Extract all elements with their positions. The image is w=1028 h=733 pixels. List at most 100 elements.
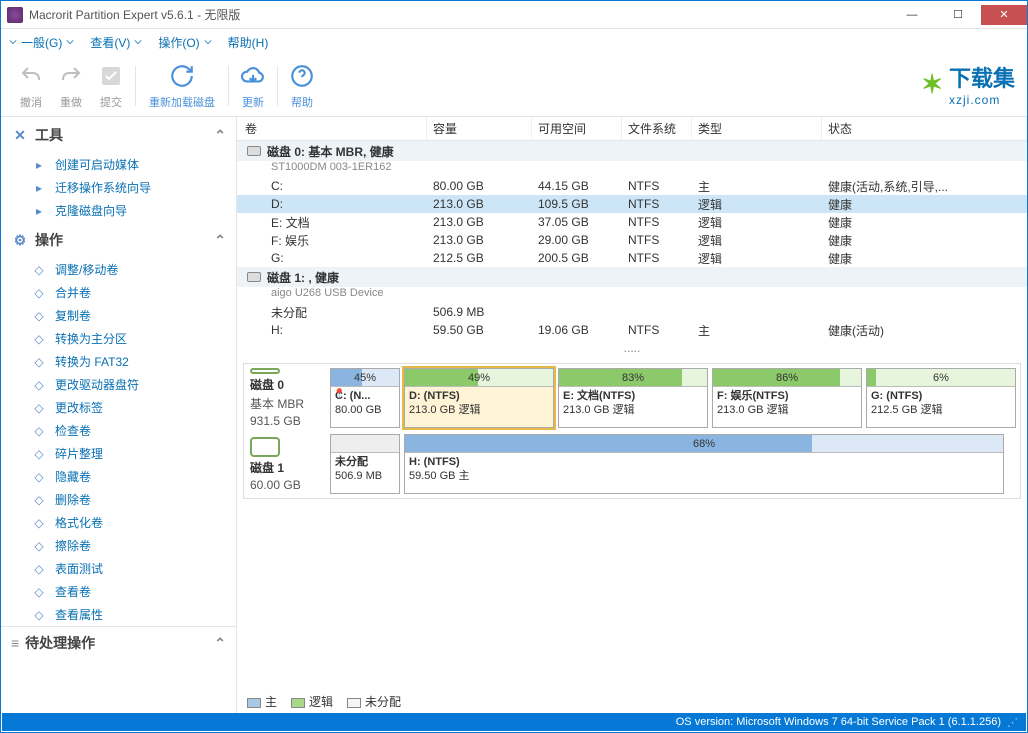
pending-section-header[interactable]: ≡ 待处理操作⌃ <box>1 626 236 659</box>
menu-view[interactable]: 查看(V) <box>90 34 142 51</box>
resize-grip[interactable]: ⋰ <box>1007 716 1018 729</box>
bullet-icon: ◇ <box>31 285 47 301</box>
disk-header[interactable]: 磁盘 0: 基本 MBR, 健康 <box>237 141 1027 161</box>
table-row[interactable]: H:59.50 GB19.06 GBNTFS主健康(活动) <box>237 321 1027 339</box>
logo: ✶ 下载集xzji.com <box>921 61 1015 107</box>
table-row[interactable]: 未分配506.9 MB <box>237 303 1027 321</box>
bullet-icon: ◇ <box>31 262 47 278</box>
menu-help[interactable]: 帮助(H) <box>228 34 269 51</box>
partition-block[interactable]: 未分配506.9 MB <box>330 434 400 494</box>
partition-block[interactable]: 86%F: 娱乐(NTFS)213.0 GB 逻辑 <box>712 368 862 428</box>
statusbar: OS version: Microsoft Windows 7 64-bit S… <box>2 713 1026 731</box>
tools-section-header[interactable]: ✕ 工具⌃ <box>1 117 236 153</box>
partition-block[interactable]: 45%📍C: (N...80.00 GB <box>330 368 400 428</box>
disk-info[interactable]: 磁盘 160.00 GB <box>248 434 330 494</box>
redo-button[interactable]: 重做 <box>51 62 91 110</box>
reload-icon <box>168 62 196 90</box>
ops-item-2[interactable]: ◇复制卷 <box>1 304 236 327</box>
bullet-icon: ◇ <box>31 584 47 600</box>
col-capacity[interactable]: 容量 <box>427 117 532 140</box>
table-row[interactable]: E: 文档213.0 GB37.05 GBNTFS逻辑健康 <box>237 213 1027 231</box>
disk-graphic-row: 磁盘 160.00 GB未分配506.9 MB68%H: (NTFS)59.50… <box>248 434 1016 494</box>
disk-graphic-area: 磁盘 0基本 MBR931.5 GB45%📍C: (N...80.00 GB49… <box>243 363 1021 499</box>
ops-item-12[interactable]: ◇擦除卷 <box>1 534 236 557</box>
ops-item-8[interactable]: ◇碎片整理 <box>1 442 236 465</box>
col-type[interactable]: 类型 <box>692 117 822 140</box>
bullet-icon: ◇ <box>31 492 47 508</box>
menu-operate[interactable]: 操作(O) <box>158 34 211 51</box>
ops-item-9[interactable]: ◇隐藏卷 <box>1 465 236 488</box>
disk-icon <box>250 437 280 457</box>
bullet-icon: ◇ <box>31 423 47 439</box>
menubar: 一般(G) 查看(V) 操作(O) 帮助(H) <box>1 29 1027 55</box>
disk-header[interactable]: 磁盘 1: , 健康 <box>237 267 1027 287</box>
partition-block[interactable]: 83%E: 文档(NTFS)213.0 GB 逻辑 <box>558 368 708 428</box>
toolbar: 撤消 重做 提交 重新加载磁盘 更新 帮助 ✶ 下载集xzji.com <box>1 55 1027 117</box>
bullet-icon: ◇ <box>31 446 47 462</box>
toolbar-separator <box>228 66 229 106</box>
window-controls: — ☐ ✕ <box>889 5 1027 25</box>
partition-block[interactable]: 68%H: (NTFS)59.50 GB 主 <box>404 434 1004 494</box>
ops-item-4[interactable]: ◇转换为 FAT32 <box>1 350 236 373</box>
minimize-button[interactable]: — <box>889 5 935 25</box>
tools-item-2[interactable]: ▸克隆磁盘向导 <box>1 199 236 222</box>
chevron-up-icon: ⌃ <box>214 232 226 249</box>
ops-item-6[interactable]: ◇更改标签 <box>1 396 236 419</box>
menu-general[interactable]: 一般(G) <box>9 34 74 51</box>
ops-item-0[interactable]: ◇调整/移动卷 <box>1 258 236 281</box>
help-button[interactable]: 帮助 <box>282 62 322 110</box>
legend: 主 逻辑 未分配 <box>237 689 1027 714</box>
bullet-icon: ▸ <box>31 203 47 219</box>
bullet-icon: ◇ <box>31 607 47 623</box>
bullet-icon: ▸ <box>31 180 47 196</box>
col-free[interactable]: 可用空间 <box>532 117 622 140</box>
disk-info[interactable]: 磁盘 0基本 MBR931.5 GB <box>248 368 330 428</box>
tools-item-1[interactable]: ▸迁移操作系统向导 <box>1 176 236 199</box>
ops-item-15[interactable]: ◇查看属性 <box>1 603 236 626</box>
bullet-icon: ◇ <box>31 400 47 416</box>
undo-button[interactable]: 撤消 <box>11 62 51 110</box>
table-row[interactable]: D:213.0 GB109.5 GBNTFS逻辑健康 <box>237 195 1027 213</box>
partition-block[interactable]: 49%D: (NTFS)213.0 GB 逻辑 <box>404 368 554 428</box>
ops-item-11[interactable]: ◇格式化卷 <box>1 511 236 534</box>
content: 卷 容量 可用空间 文件系统 类型 状态 磁盘 0: 基本 MBR, 健康ST1… <box>237 117 1027 714</box>
col-status[interactable]: 状态 <box>822 117 1027 140</box>
reload-button[interactable]: 重新加载磁盘 <box>140 62 224 110</box>
tools-item-0[interactable]: ▸创建可启动媒体 <box>1 153 236 176</box>
table-row[interactable]: C:80.00 GB44.15 GBNTFS主健康(活动,系统,引导,... <box>237 177 1027 195</box>
ops-item-7[interactable]: ◇检查卷 <box>1 419 236 442</box>
cloud-down-icon <box>239 62 267 90</box>
bullet-icon: ◇ <box>31 377 47 393</box>
table-row[interactable]: G:212.5 GB200.5 GBNTFS逻辑健康 <box>237 249 1027 267</box>
disk-model: ST1000DM 003-1ER162 <box>237 161 1027 177</box>
pin-icon: 📍 <box>333 389 345 400</box>
ops-item-3[interactable]: ◇转换为主分区 <box>1 327 236 350</box>
col-volume[interactable]: 卷 <box>237 117 427 140</box>
leaf-icon: ✶ <box>921 69 943 100</box>
window-title: Macrorit Partition Expert v5.6.1 - 无限版 <box>29 6 240 23</box>
refresh-button[interactable]: 更新 <box>233 62 273 110</box>
legend-primary-swatch <box>247 698 261 708</box>
col-fs[interactable]: 文件系统 <box>622 117 692 140</box>
table-row[interactable]: F: 娱乐213.0 GB29.00 GBNTFS逻辑健康 <box>237 231 1027 249</box>
partition-block[interactable]: 6%G: (NTFS)212.5 GB 逻辑 <box>866 368 1016 428</box>
commit-button[interactable]: 提交 <box>91 62 131 110</box>
legend-unalloc-swatch <box>347 698 361 708</box>
partition-table: 磁盘 0: 基本 MBR, 健康ST1000DM 003-1ER162C:80.… <box>237 141 1027 339</box>
ops-item-14[interactable]: ◇查看卷 <box>1 580 236 603</box>
ops-item-13[interactable]: ◇表面测试 <box>1 557 236 580</box>
ops-item-1[interactable]: ◇合并卷 <box>1 281 236 304</box>
ops-item-5[interactable]: ◇更改驱动器盘符 <box>1 373 236 396</box>
chevron-up-icon: ⌃ <box>214 127 226 144</box>
commit-icon <box>97 62 125 90</box>
more-indicator: ..... <box>237 339 1027 357</box>
undo-icon <box>17 62 45 90</box>
bullet-icon: ◇ <box>31 354 47 370</box>
maximize-button[interactable]: ☐ <box>935 5 981 25</box>
app-icon <box>7 7 23 23</box>
ops-item-10[interactable]: ◇删除卷 <box>1 488 236 511</box>
disk-graphic-row: 磁盘 0基本 MBR931.5 GB45%📍C: (N...80.00 GB49… <box>248 368 1016 428</box>
ops-section-header[interactable]: ⚙ 操作⌃ <box>1 222 236 258</box>
disk-icon <box>247 146 261 156</box>
close-button[interactable]: ✕ <box>981 5 1027 25</box>
